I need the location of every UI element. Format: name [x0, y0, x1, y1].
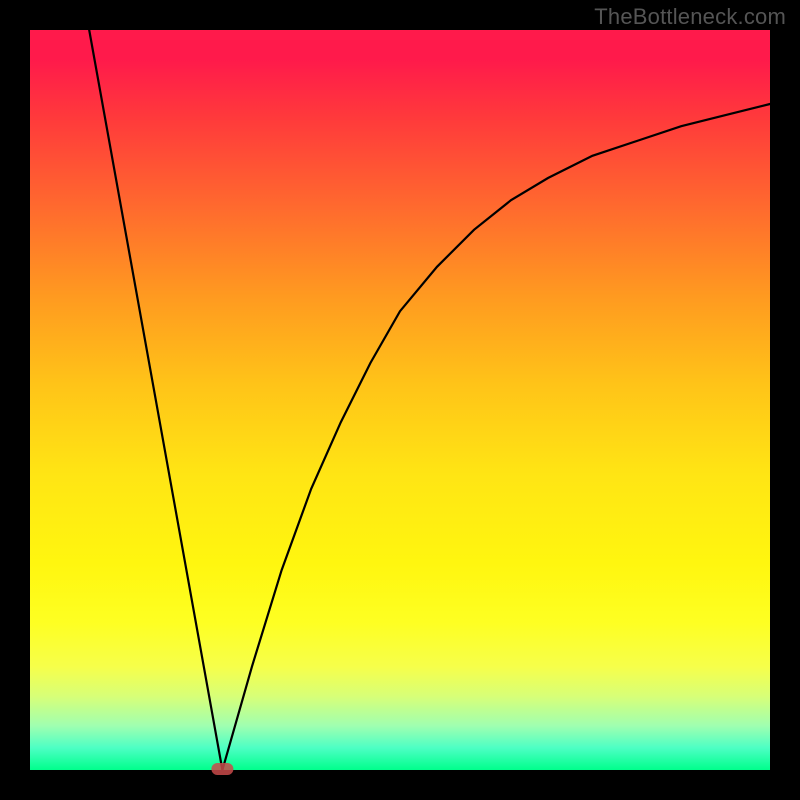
curve-right — [222, 104, 770, 770]
chart-overlay — [30, 30, 770, 770]
min-marker — [211, 763, 233, 775]
watermark-text: TheBottleneck.com — [594, 4, 786, 30]
curve-left-slope — [89, 30, 222, 770]
plot-area — [30, 30, 770, 770]
chart-frame: TheBottleneck.com — [0, 0, 800, 800]
